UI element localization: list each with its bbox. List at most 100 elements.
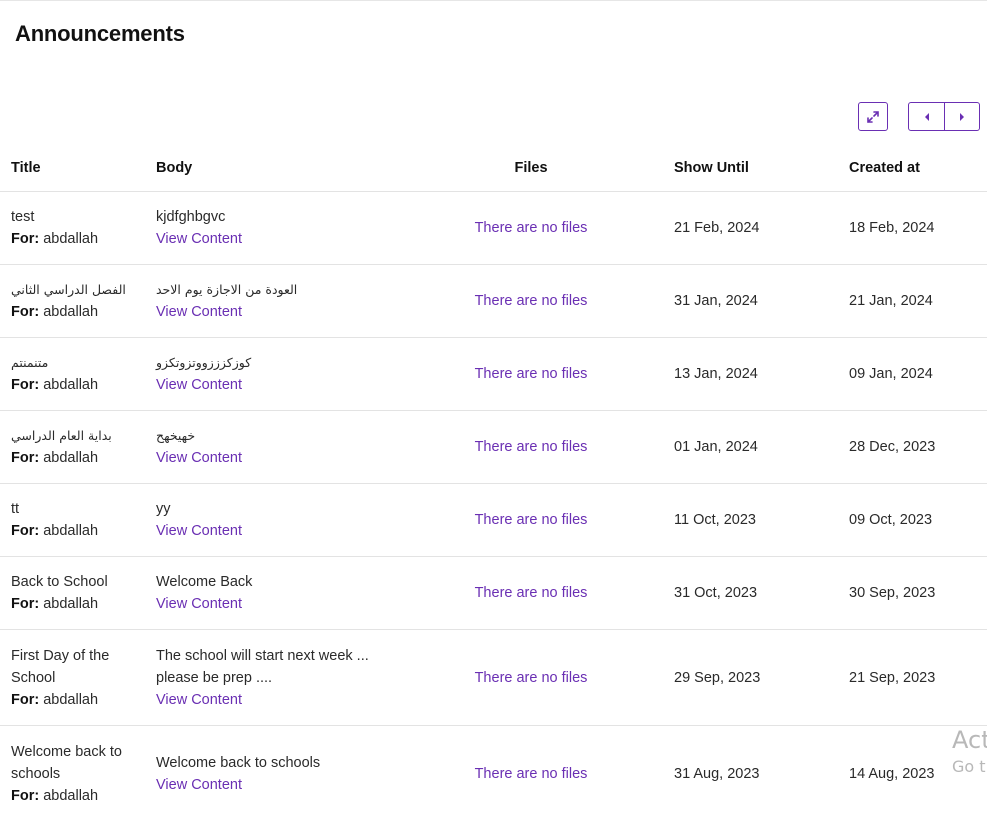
files-link[interactable]: There are no files bbox=[475, 512, 588, 528]
cell-show-until: 13 Jan, 2024 bbox=[668, 337, 843, 411]
view-content-link[interactable]: View Content bbox=[156, 374, 394, 396]
table-row: test For: abdallah kjdfghbgvc View Conte… bbox=[0, 191, 987, 265]
files-link[interactable]: There are no files bbox=[475, 220, 588, 236]
for-label: For: bbox=[11, 304, 40, 320]
cell-created-at: 09 Jan, 2024 bbox=[843, 337, 987, 411]
announcement-title-line: First Day of the bbox=[11, 647, 110, 664]
watermark-line: Go t bbox=[952, 757, 986, 776]
cell-body: The school will start next week ... plea… bbox=[156, 629, 394, 726]
cell-title: First Day of the School For: abdallah bbox=[0, 629, 156, 726]
cell-files: There are no files bbox=[394, 629, 668, 726]
view-content-link[interactable]: View Content bbox=[156, 301, 394, 323]
cell-created-at: 21 Sep, 2023 bbox=[843, 629, 987, 726]
cell-title: بداية العام الدراسي For: abdallah bbox=[0, 410, 156, 484]
files-link[interactable]: There are no files bbox=[475, 439, 588, 455]
for-value: abdallah bbox=[43, 691, 99, 708]
table-row: متنمنتم For: abdallah كوزكزززووتزوتكزو V… bbox=[0, 337, 987, 411]
cell-show-until: 01 Jan, 2024 bbox=[668, 410, 843, 484]
announcement-title-line: School bbox=[11, 669, 56, 686]
table-row: tt For: abdallah yy View Content There a… bbox=[0, 483, 987, 557]
cell-files: There are no files bbox=[394, 191, 668, 265]
announcement-body-line: The school will start next week ... bbox=[156, 647, 369, 664]
announcement-title: بداية العام الدراسي bbox=[11, 428, 112, 443]
cell-title: Back to School For: abdallah bbox=[0, 556, 156, 630]
view-content-link[interactable]: View Content bbox=[156, 774, 394, 796]
for-value: abdallah bbox=[43, 596, 99, 612]
for-value: abdallah bbox=[43, 450, 99, 466]
for-value: abdallah bbox=[43, 231, 99, 247]
cell-show-until: 31 Aug, 2023 bbox=[668, 725, 843, 817]
announcements-table: Title Body Files Show Until Created at t… bbox=[0, 144, 987, 817]
announcement-body-line: please be prep .... bbox=[156, 669, 273, 686]
previous-button[interactable] bbox=[908, 102, 945, 131]
announcement-title: الفصل الدراسي الثاني bbox=[11, 282, 126, 297]
cell-show-until: 31 Oct, 2023 bbox=[668, 556, 843, 630]
files-link[interactable]: There are no files bbox=[475, 766, 588, 782]
table-header-row: Title Body Files Show Until Created at bbox=[0, 144, 987, 192]
expand-icon bbox=[867, 110, 879, 123]
header-body[interactable]: Body bbox=[156, 144, 394, 192]
for-value: abdallah bbox=[43, 377, 99, 393]
cell-files: There are no files bbox=[394, 410, 668, 484]
announcement-title: متنمنتم bbox=[11, 355, 49, 370]
cell-title: Welcome back to schools For: abdallah bbox=[0, 725, 156, 817]
cell-body: خهيخهح View Content bbox=[156, 410, 394, 484]
for-label: For: bbox=[11, 377, 40, 393]
for-label: For: bbox=[11, 523, 40, 539]
for-line: For: abdallah bbox=[11, 374, 156, 396]
for-line: For: abdallah bbox=[11, 593, 156, 615]
cell-body: العودة من الاجازة يوم الاحد View Content bbox=[156, 264, 394, 338]
cell-files: There are no files bbox=[394, 725, 668, 817]
for-label: For: bbox=[11, 596, 40, 612]
cell-title: الفصل الدراسي الثاني For: abdallah bbox=[0, 264, 156, 338]
view-content-link[interactable]: View Content bbox=[156, 520, 394, 542]
files-link[interactable]: There are no files bbox=[475, 585, 588, 601]
files-link[interactable]: There are no files bbox=[475, 366, 588, 382]
table-row: الفصل الدراسي الثاني For: abdallah العود… bbox=[0, 264, 987, 338]
header-files[interactable]: Files bbox=[394, 144, 668, 192]
cell-created-at: 30 Sep, 2023 bbox=[843, 556, 987, 630]
cell-title: متنمنتم For: abdallah bbox=[0, 337, 156, 411]
cell-created-at: 09 Oct, 2023 bbox=[843, 483, 987, 557]
for-line: For: abdallah bbox=[11, 520, 156, 542]
for-line: For: abdallah bbox=[11, 785, 156, 807]
cell-body: Welcome Back View Content bbox=[156, 556, 394, 630]
header-created-at[interactable]: Created at bbox=[843, 144, 987, 192]
cell-title: test For: abdallah bbox=[0, 191, 156, 265]
header-show-until[interactable]: Show Until bbox=[668, 144, 843, 192]
cell-files: There are no files bbox=[394, 264, 668, 338]
announcement-title-line: schools bbox=[11, 765, 61, 782]
view-content-link[interactable]: View Content bbox=[156, 447, 394, 469]
cell-files: There are no files bbox=[394, 337, 668, 411]
files-link[interactable]: There are no files bbox=[475, 293, 588, 309]
announcement-body: kjdfghbgvc bbox=[156, 209, 226, 225]
next-button[interactable] bbox=[944, 102, 980, 131]
for-line: For: abdallah bbox=[11, 689, 156, 711]
cell-files: There are no files bbox=[394, 556, 668, 630]
cell-created-at: 18 Feb, 2024 bbox=[843, 191, 987, 265]
page-title: Announcements bbox=[15, 21, 185, 46]
announcement-title-line: Welcome back to bbox=[11, 743, 122, 760]
cell-created-at: 21 Jan, 2024 bbox=[843, 264, 987, 338]
cell-files: There are no files bbox=[394, 483, 668, 557]
for-line: For: abdallah bbox=[11, 228, 156, 250]
cell-show-until: 31 Jan, 2024 bbox=[668, 264, 843, 338]
for-value: abdallah bbox=[43, 523, 99, 539]
caret-left-icon bbox=[924, 112, 929, 121]
for-label: For: bbox=[11, 450, 40, 466]
for-value: abdallah bbox=[43, 304, 99, 320]
cell-show-until: 21 Feb, 2024 bbox=[668, 191, 843, 265]
announcement-body: yy bbox=[156, 501, 171, 517]
page: Announcements Title Body Files Show Unti… bbox=[0, 0, 987, 817]
announcement-body: كوزكزززووتزوتكزو bbox=[156, 355, 252, 370]
cell-body: kjdfghbgvc View Content bbox=[156, 191, 394, 265]
cell-show-until: 29 Sep, 2023 bbox=[668, 629, 843, 726]
view-content-link[interactable]: View Content bbox=[156, 689, 394, 711]
files-link[interactable]: There are no files bbox=[475, 670, 588, 686]
view-content-link[interactable]: View Content bbox=[156, 593, 394, 615]
watermark-line: Act bbox=[952, 726, 987, 754]
cell-created-at: 28 Dec, 2023 bbox=[843, 410, 987, 484]
header-title[interactable]: Title bbox=[0, 144, 156, 192]
view-content-link[interactable]: View Content bbox=[156, 228, 394, 250]
expand-button[interactable] bbox=[858, 102, 888, 131]
